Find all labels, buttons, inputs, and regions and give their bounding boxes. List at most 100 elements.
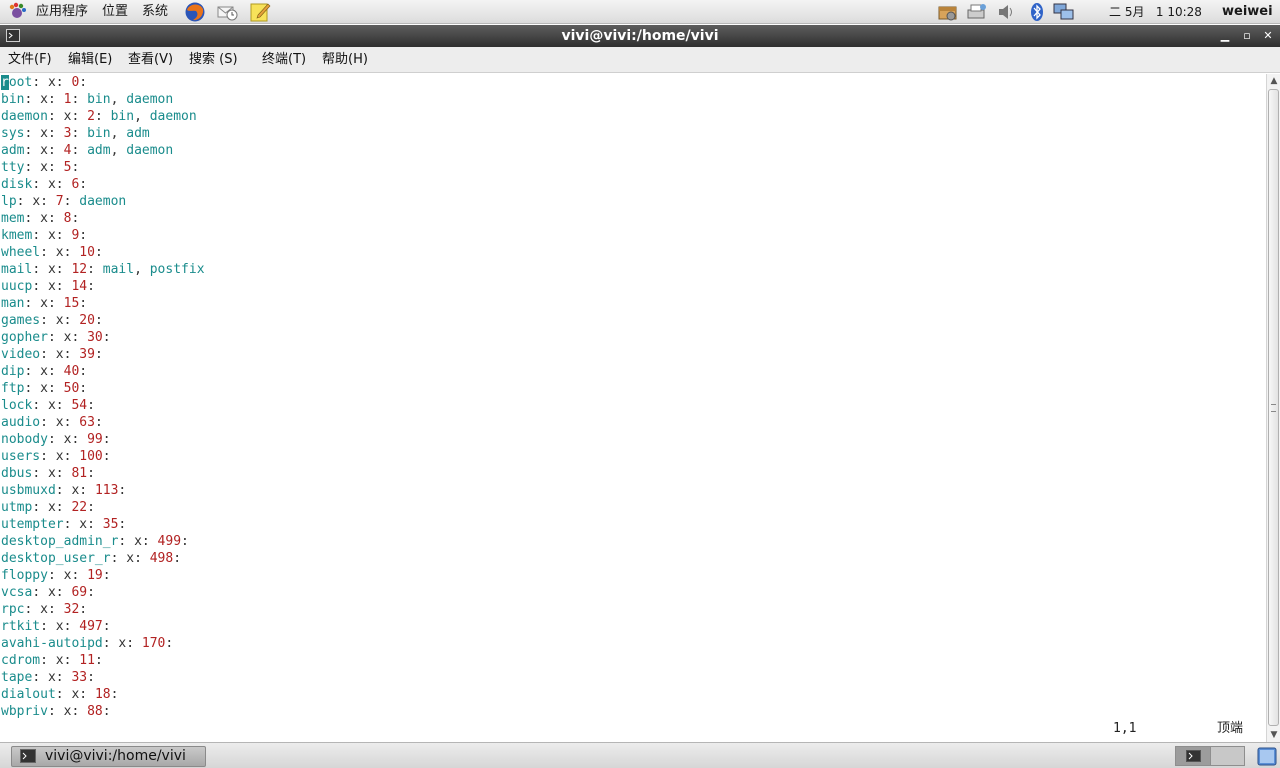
- scrollbar[interactable]: ▲ ▼: [1266, 74, 1280, 742]
- field-separator: :: [47, 126, 64, 141]
- password-field: x: [55, 245, 64, 260]
- password-field: x: [40, 602, 48, 617]
- field-separator: :: [165, 636, 182, 651]
- field-separator: :: [47, 296, 64, 311]
- field-separator: :: [79, 228, 95, 243]
- workspace-1[interactable]: [1176, 747, 1211, 765]
- terminal-line: wbpriv: x: 88:: [1, 703, 118, 720]
- menu-view[interactable]: 查看(V): [128, 47, 173, 73]
- group-name: daemon: [1, 109, 48, 124]
- field-separator: :: [71, 568, 88, 583]
- terminal-line: daemon: x: 2: bin, daemon: [1, 108, 197, 125]
- terminal-line: nobody: x: 99:: [1, 431, 118, 448]
- terminal-line: vcsa: x: 69:: [1, 584, 103, 601]
- field-separator: :: [40, 449, 56, 464]
- clock[interactable]: 二 5月 1 10:28: [1109, 0, 1202, 24]
- minimize-button[interactable]: ▁: [1217, 28, 1233, 44]
- terminal-line: avahi-autoipd: x: 170:: [1, 635, 181, 652]
- menu-search[interactable]: 搜索 (S): [189, 47, 238, 73]
- password-field: x: [47, 262, 56, 277]
- terminal-area[interactable]: root: x: 0: bin: x: 1: bin, daemon daemon…: [0, 74, 1266, 742]
- terminal-line: adm: x: 4: adm, daemon: [1, 142, 173, 159]
- field-separator: :: [87, 517, 103, 532]
- terminal-line: wheel: x: 10:: [1, 244, 111, 261]
- volume-icon[interactable]: [996, 2, 1018, 22]
- group-name: games: [1, 313, 41, 328]
- menu-edit[interactable]: 编辑(E): [68, 47, 112, 73]
- field-separator: :: [32, 500, 48, 515]
- window-titlebar[interactable]: vivi@vivi:/home/vivi ▁ ▫ ✕: [0, 25, 1280, 47]
- group-id: 88: [87, 704, 103, 719]
- field-separator: :: [87, 670, 103, 685]
- gnome-foot-icon[interactable]: [6, 1, 28, 23]
- member-separator: ,: [110, 126, 127, 141]
- scroll-thumb[interactable]: [1268, 89, 1279, 726]
- field-separator: :: [32, 75, 48, 90]
- network-printer-icon[interactable]: [966, 2, 988, 22]
- field-separator: :: [63, 517, 80, 532]
- field-separator: :: [181, 534, 197, 549]
- terminal-line: kmem: x: 9:: [1, 227, 95, 244]
- password-field: x: [55, 313, 64, 328]
- field-separator: :: [94, 347, 111, 362]
- field-separator: :: [102, 619, 119, 634]
- field-separator: :: [87, 262, 103, 277]
- password-field: x: [47, 228, 56, 243]
- network-icon[interactable]: [1053, 2, 1075, 22]
- firefox-icon[interactable]: [184, 1, 206, 23]
- group-name: floppy: [1, 568, 48, 583]
- terminal-line: dip: x: 40:: [1, 363, 95, 380]
- field-separator: :: [102, 568, 119, 583]
- taskbar-window-label: vivi@vivi:/home/vivi: [45, 748, 186, 764]
- maximize-button[interactable]: ▫: [1239, 28, 1255, 44]
- field-separator: :: [71, 143, 88, 158]
- menu-terminal[interactable]: 终端(T): [262, 47, 306, 73]
- text-cursor: r: [1, 75, 9, 90]
- group-id: 63: [79, 415, 95, 430]
- field-separator: :: [32, 228, 48, 243]
- field-separator: :: [55, 279, 72, 294]
- field-separator: :: [55, 228, 72, 243]
- field-separator: :: [173, 551, 189, 566]
- field-separator: :: [24, 126, 41, 141]
- scroll-down-arrow[interactable]: ▼: [1267, 728, 1280, 742]
- notes-icon[interactable]: [249, 1, 271, 23]
- field-separator: :: [71, 109, 88, 124]
- username[interactable]: weiwei: [1222, 0, 1273, 24]
- field-separator: :: [47, 109, 64, 124]
- group-name: dip: [1, 364, 25, 379]
- field-separator: :: [110, 687, 127, 702]
- terminal-line: tty: x: 5:: [1, 159, 87, 176]
- field-separator: :: [110, 551, 127, 566]
- field-separator: :: [79, 364, 95, 379]
- password-field: x: [47, 670, 56, 685]
- group-id: 499: [157, 534, 182, 549]
- group-name: mem: [1, 211, 25, 226]
- trash-icon[interactable]: [1257, 746, 1277, 766]
- field-separator: :: [40, 653, 56, 668]
- group-name: tty: [1, 160, 25, 175]
- mail-clock-icon[interactable]: [217, 1, 239, 23]
- menu-system[interactable]: 系统: [142, 0, 168, 24]
- password-field: x: [55, 347, 64, 362]
- bluetooth-icon[interactable]: [1026, 2, 1048, 22]
- workspace-switcher[interactable]: [1175, 746, 1245, 766]
- taskbar-window-button[interactable]: vivi@vivi:/home/vivi: [11, 746, 206, 767]
- group-name: uucp: [1, 279, 33, 294]
- menu-places[interactable]: 位置: [102, 0, 128, 24]
- field-separator: :: [40, 313, 56, 328]
- close-button[interactable]: ✕: [1260, 28, 1276, 44]
- update-icon[interactable]: [937, 2, 959, 22]
- menu-file[interactable]: 文件(F): [8, 47, 52, 73]
- terminal-line: floppy: x: 19:: [1, 567, 118, 584]
- password-field: x: [134, 534, 142, 549]
- menu-applications[interactable]: 应用程序: [36, 0, 88, 24]
- group-id: 10: [79, 245, 95, 260]
- group-name: man: [1, 296, 25, 311]
- menu-help[interactable]: 帮助(H): [322, 47, 368, 73]
- group-member: bin: [110, 109, 135, 124]
- scroll-up-arrow[interactable]: ▲: [1267, 74, 1280, 88]
- field-separator: :: [102, 704, 119, 719]
- member-separator: ,: [110, 92, 127, 107]
- field-separator: :: [63, 619, 80, 634]
